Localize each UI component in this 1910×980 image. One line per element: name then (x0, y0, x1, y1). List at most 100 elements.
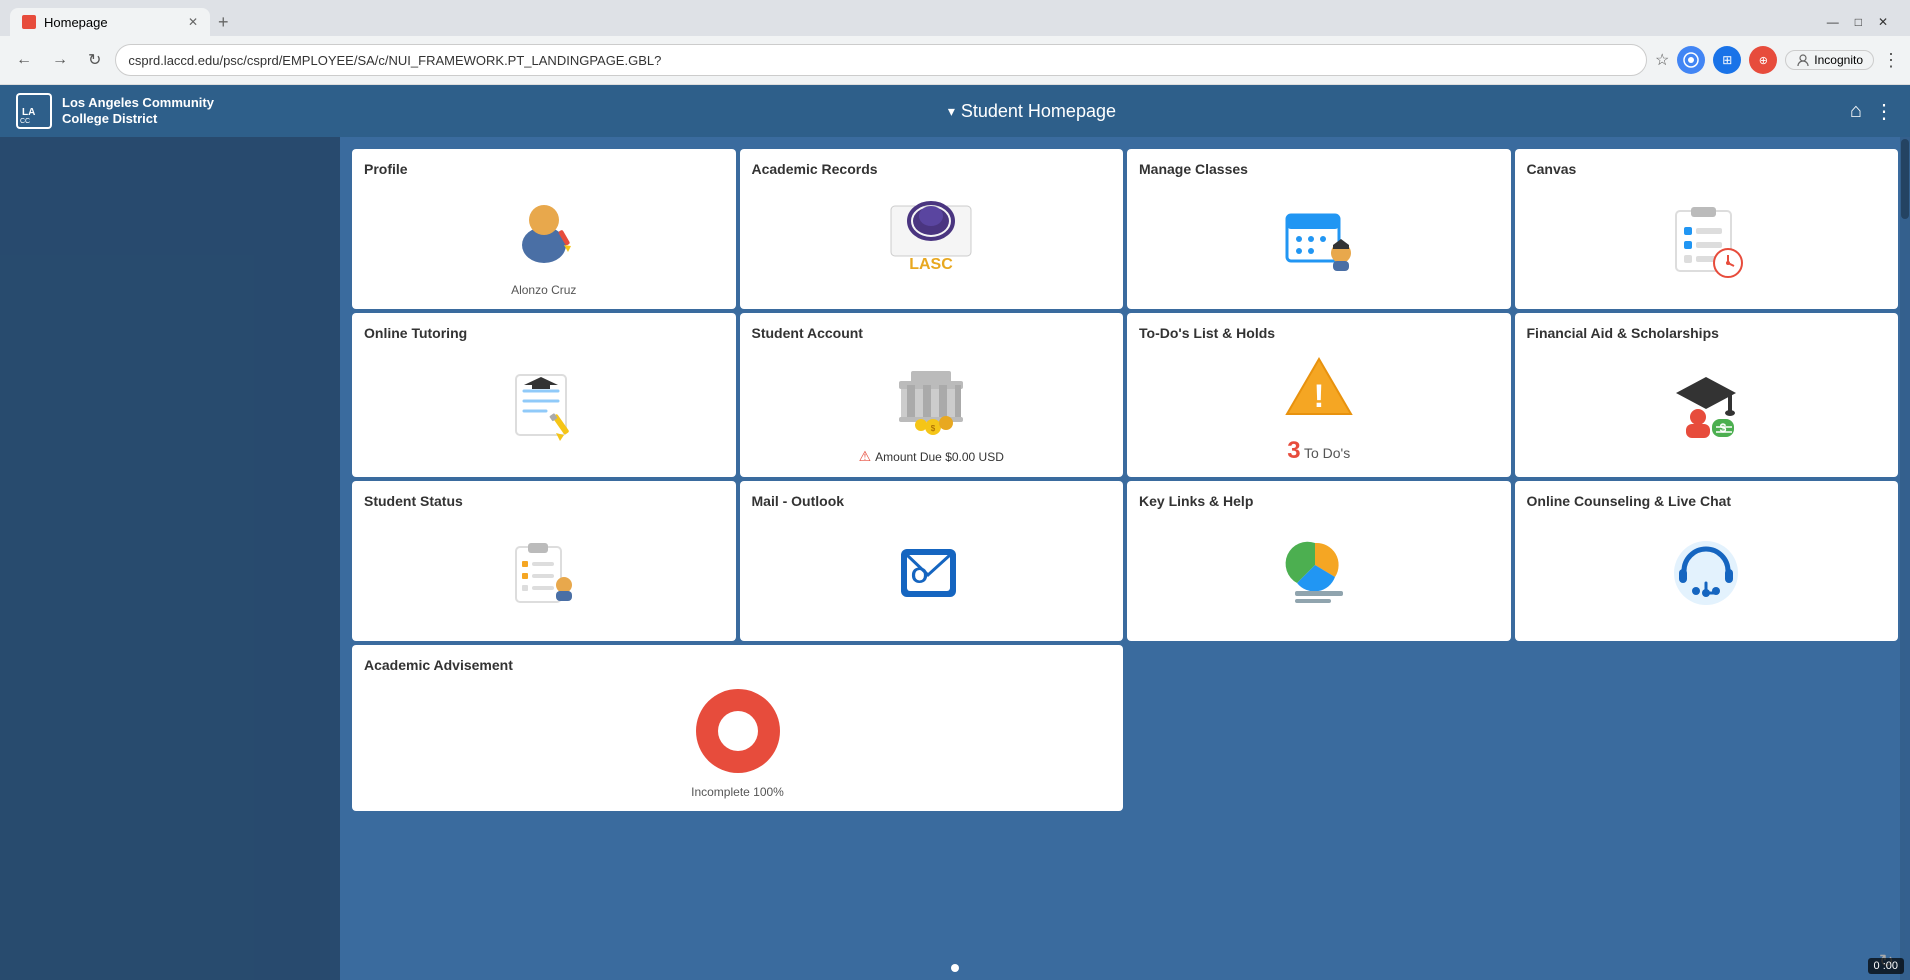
address-bar[interactable]: csprd.laccd.edu/psc/csprd/EMPLOYEE/SA/c/… (115, 44, 1647, 76)
scrollbar-track[interactable] (1900, 137, 1910, 980)
tile-online-tutoring-icon-area (364, 349, 724, 465)
tile-manage-classes-icon-area (1139, 185, 1499, 297)
nav-icons: ⊞ ⊕ Incognito ⋮ (1677, 46, 1900, 74)
tile-key-links[interactable]: Key Links & Help (1127, 481, 1511, 641)
tile-student-account-amount: ⚠ Amount Due $0.00 USD (752, 448, 1112, 465)
amount-due-label: Amount Due $0.00 USD (875, 450, 1004, 464)
tile-manage-classes[interactable]: Manage Classes (1127, 149, 1511, 309)
todo-count: 3 (1287, 437, 1300, 464)
incognito-label: Incognito (1814, 53, 1863, 67)
tile-academic-records[interactable]: Academic Records LASC (740, 149, 1124, 309)
home-button[interactable]: ⌂ (1850, 100, 1862, 123)
bookmark-star-icon[interactable]: ☆ (1655, 50, 1669, 70)
canvas-icon (1666, 201, 1746, 281)
tile-online-tutoring[interactable]: Online Tutoring (352, 313, 736, 477)
active-tab[interactable]: Homepage ✕ (10, 8, 210, 36)
tile-student-status-title: Student Status (364, 493, 724, 509)
logo-box: LA CC (16, 93, 52, 129)
tile-online-counseling-title: Online Counseling & Live Chat (1527, 493, 1887, 509)
tab-close-button[interactable]: ✕ (188, 15, 198, 29)
scrollbar-thumb[interactable] (1901, 139, 1909, 219)
incognito-button[interactable]: Incognito (1785, 50, 1874, 70)
tile-mail-outlook[interactable]: Mail - Outlook O (740, 481, 1124, 641)
title-arrow-icon: ▾ (948, 103, 955, 120)
tiles-grid: Profile Alonzo Cruz Academic Re (352, 149, 1898, 811)
tile-student-status[interactable]: Student Status (352, 481, 736, 641)
tile-profile[interactable]: Profile Alonzo Cruz (352, 149, 736, 309)
tile-online-counseling-icon-area (1527, 517, 1887, 629)
advisement-chart-icon (688, 681, 788, 781)
tiles-area: Profile Alonzo Cruz Academic Re (340, 137, 1910, 980)
mail-outlook-icon: O (891, 533, 971, 613)
address-url: csprd.laccd.edu/psc/csprd/EMPLOYEE/SA/c/… (128, 53, 661, 68)
tile-todo-title: To-Do's List & Holds (1139, 325, 1499, 341)
time-indicator: 0 :00 (1868, 958, 1904, 974)
lasc-logo-icon: LASC (881, 201, 981, 281)
tile-online-counseling[interactable]: Online Counseling & Live Chat (1515, 481, 1899, 641)
svg-text:$: $ (1720, 421, 1727, 435)
tile-canvas-icon-area (1527, 185, 1887, 297)
tile-academic-advisement-subtitle: Incomplete 100% (364, 785, 1111, 799)
tile-key-links-icon-area (1139, 517, 1499, 629)
tile-student-account[interactable]: Student Account (740, 313, 1124, 477)
tile-academic-advisement[interactable]: Academic Advisement Incomplete 100% (352, 645, 1123, 811)
tile-key-links-title: Key Links & Help (1139, 493, 1499, 509)
tile-todo-list[interactable]: To-Do's List & Holds ! 3 To Do's (1127, 313, 1511, 477)
svg-text:!: ! (1313, 378, 1324, 414)
key-links-icon (1279, 533, 1359, 613)
header-menu-button[interactable]: ⋮ (1874, 99, 1894, 124)
amount-warning-icon: ⚠ (859, 448, 872, 465)
svg-text:$: $ (931, 424, 936, 433)
tile-online-tutoring-title: Online Tutoring (364, 325, 724, 341)
nav-bar: ← → ↻ csprd.laccd.edu/psc/csprd/EMPLOYEE… (0, 36, 1910, 84)
tile-canvas[interactable]: Canvas (1515, 149, 1899, 309)
chrome-icon[interactable] (1677, 46, 1705, 74)
tile-manage-classes-title: Manage Classes (1139, 161, 1499, 177)
svg-text:CC: CC (20, 118, 30, 125)
header-right: ⌂ ⋮ (1850, 99, 1894, 124)
tile-student-account-icon-area: $ (752, 349, 1112, 440)
tile-financial-aid[interactable]: Financial Aid & Scholarships $ (1515, 313, 1899, 477)
tile-todo-icon-area: ! (1139, 349, 1499, 429)
page-indicator-dot (951, 964, 959, 972)
bookmarks-icon[interactable]: ⊞ (1713, 46, 1741, 74)
tab-favicon-icon (22, 15, 36, 29)
student-status-icon (504, 533, 584, 613)
tile-academic-advisement-icon-area (364, 681, 1111, 781)
new-tab-button[interactable]: + (210, 12, 237, 33)
sidebar (0, 137, 340, 980)
minimize-button[interactable]: — (1827, 15, 1839, 29)
page-title: ▾ Student Homepage (948, 101, 1116, 122)
tab-bar: Homepage ✕ + — □ ✕ (0, 0, 1910, 36)
logo-text: Los Angeles Community College District (62, 95, 214, 126)
app-header: LA CC Los Angeles Community College Dist… (0, 85, 1910, 137)
financial-aid-icon: $ (1666, 367, 1746, 447)
tile-profile-title: Profile (364, 161, 724, 177)
notifications-badge[interactable]: ⊕ (1749, 46, 1777, 74)
profile-icon (504, 190, 584, 270)
main-content: Profile Alonzo Cruz Academic Re (0, 137, 1910, 980)
tile-canvas-title: Canvas (1527, 161, 1887, 177)
tab-label: Homepage (44, 15, 108, 30)
todo-dos-label: To Do's (1304, 445, 1350, 461)
svg-text:LASC: LASC (909, 256, 953, 273)
maximize-button[interactable]: □ (1855, 15, 1862, 29)
svg-text:LA: LA (22, 107, 35, 118)
tile-student-account-title: Student Account (752, 325, 1112, 341)
svg-text:O: O (911, 563, 928, 588)
tile-academic-advisement-title: Academic Advisement (364, 657, 1111, 673)
more-options-icon[interactable]: ⋮ (1882, 50, 1900, 71)
manage-classes-icon (1279, 201, 1359, 281)
logo-area: LA CC Los Angeles Community College Dist… (16, 93, 214, 129)
tile-mail-outlook-icon-area: O (752, 517, 1112, 629)
back-button[interactable]: ← (10, 47, 38, 73)
refresh-button[interactable]: ↻ (82, 46, 107, 74)
forward-button[interactable]: → (46, 47, 74, 73)
tile-financial-aid-title: Financial Aid & Scholarships (1527, 325, 1887, 341)
online-counseling-icon (1666, 533, 1746, 613)
close-button[interactable]: ✕ (1878, 15, 1888, 29)
student-account-icon: $ (891, 355, 971, 435)
tile-academic-records-title: Academic Records (752, 161, 1112, 177)
tile-todo-count-area: 3 To Do's (1139, 437, 1499, 465)
todo-warning-icon: ! (1279, 349, 1359, 429)
